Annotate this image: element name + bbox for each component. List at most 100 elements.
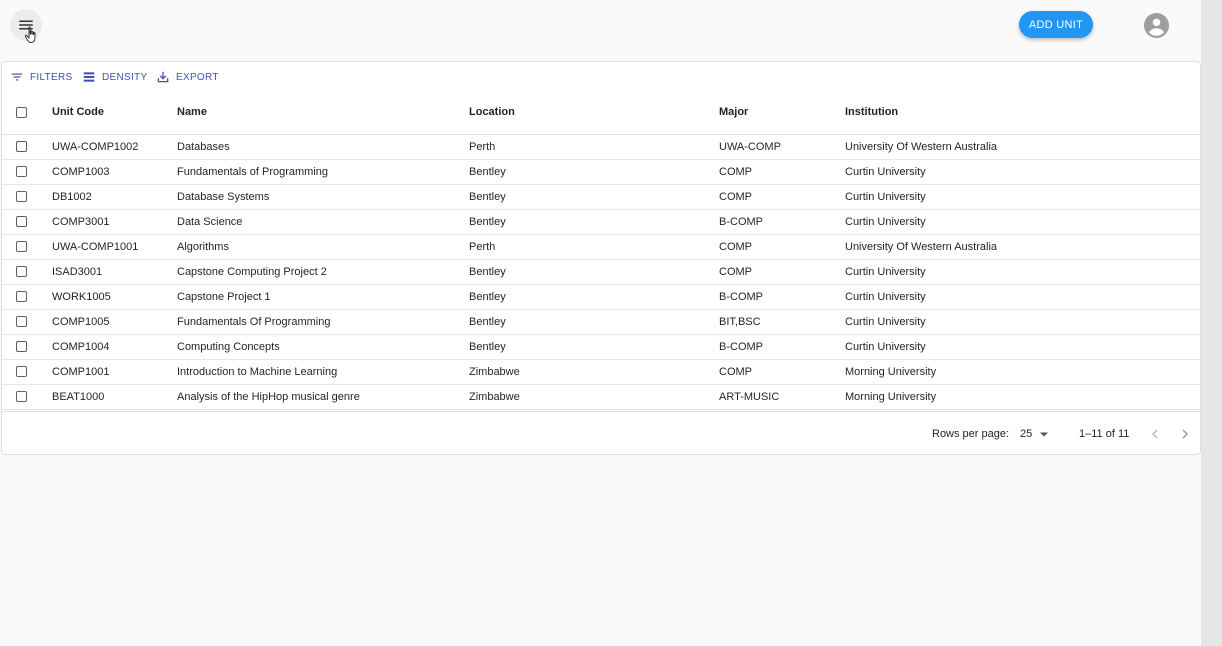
major-cell: B-COMP xyxy=(719,291,763,303)
major-cell: COMP xyxy=(719,241,752,253)
institution-cell: University Of Western Australia xyxy=(845,241,998,253)
unit-code-cell: WORK1005 xyxy=(52,291,111,303)
table-row[interactable]: BEAT1000 Analysis of the HipHop musical … xyxy=(2,385,1200,410)
column-header-name[interactable]: Name xyxy=(177,106,207,118)
institution-cell: Curtin University xyxy=(845,291,926,303)
institution-cell: Morning University xyxy=(845,391,937,403)
table-row[interactable]: ISAD3001 Capstone Computing Project 2 Be… xyxy=(2,260,1200,285)
rows-per-page-label: Rows per page: xyxy=(932,428,1010,440)
row-checkbox[interactable] xyxy=(16,316,27,327)
grid-toolbar: FILTERS DENSITY EXPORT xyxy=(2,62,1200,92)
dropdown-arrow-icon xyxy=(1040,432,1049,436)
unit-code-cell: BEAT1000 xyxy=(52,391,105,403)
unit-code-cell: COMP1004 xyxy=(52,341,110,353)
institution-cell: Curtin University xyxy=(845,191,926,203)
name-cell: Fundamentals of Programming xyxy=(177,166,329,178)
table-row[interactable]: COMP1001 Introduction to Machine Learnin… xyxy=(2,360,1200,385)
next-page-button[interactable] xyxy=(1176,425,1194,443)
menu-button[interactable] xyxy=(10,9,42,41)
location-cell: Bentley xyxy=(469,341,506,353)
rows-per-page-value: 25 xyxy=(1020,428,1033,440)
menu-icon xyxy=(19,20,33,30)
unit-code-cell: COMP3001 xyxy=(52,216,110,228)
unit-code-cell: UWA-COMP1002 xyxy=(52,141,139,153)
table-row[interactable]: COMP1005 Fundamentals Of Programming Ben… xyxy=(2,310,1200,335)
name-cell: Analysis of the HipHop musical genre xyxy=(177,391,360,403)
app-page: ADD UNIT FILTERS DENSITY EXPORT Unit Cod… xyxy=(0,0,1201,646)
major-cell: B-COMP xyxy=(719,216,763,228)
name-cell: Fundamentals Of Programming xyxy=(177,316,331,328)
chevron-left-icon xyxy=(1151,429,1158,439)
density-button[interactable]: DENSITY xyxy=(82,69,147,85)
table-row[interactable]: COMP1004 Computing Concepts Bentley B-CO… xyxy=(2,335,1200,360)
table-body: UWA-COMP1002 Databases Perth UWA-COMP Un… xyxy=(2,135,1200,410)
filters-button[interactable]: FILTERS xyxy=(10,69,72,85)
institution-cell: Morning University xyxy=(845,366,937,378)
unit-code-cell: UWA-COMP1001 xyxy=(52,241,139,253)
row-checkbox[interactable] xyxy=(16,266,27,277)
location-cell: Bentley xyxy=(469,266,506,278)
chevron-right-icon xyxy=(1182,429,1189,439)
table-row[interactable]: UWA-COMP1001 Algorithms Perth COMP Unive… xyxy=(2,235,1200,260)
row-checkbox[interactable] xyxy=(16,191,27,202)
unit-code-cell: DB1002 xyxy=(52,191,92,203)
rows-per-page-select[interactable]: 25 xyxy=(1020,428,1049,440)
table-row[interactable]: UWA-COMP1002 Databases Perth UWA-COMP Un… xyxy=(2,135,1200,160)
location-cell: Zimbabwe xyxy=(469,366,520,378)
row-checkbox[interactable] xyxy=(16,216,27,227)
filters-label: FILTERS xyxy=(30,71,73,83)
table-row[interactable]: COMP1003 Fundamentals of Programming Ben… xyxy=(2,160,1200,185)
location-cell: Bentley xyxy=(469,316,506,328)
location-cell: Perth xyxy=(469,241,496,253)
export-label: EXPORT xyxy=(176,71,219,83)
column-header-institution[interactable]: Institution xyxy=(845,106,898,118)
row-checkbox[interactable] xyxy=(16,291,27,302)
name-cell: Databases xyxy=(177,141,230,153)
pagination-range: 1–11 of 11 xyxy=(1079,428,1130,440)
location-cell: Zimbabwe xyxy=(469,391,520,403)
unit-code-cell: COMP1005 xyxy=(52,316,110,328)
row-checkbox[interactable] xyxy=(16,141,27,152)
institution-cell: Curtin University xyxy=(845,341,926,353)
row-checkbox[interactable] xyxy=(16,166,27,177)
account-circle-icon xyxy=(1144,13,1169,38)
select-all-checkbox[interactable] xyxy=(16,107,27,118)
unit-code-cell: ISAD3001 xyxy=(52,266,103,278)
export-icon xyxy=(157,71,169,83)
major-cell: COMP xyxy=(719,366,752,378)
location-cell: Bentley xyxy=(469,291,506,303)
name-cell: Algorithms xyxy=(177,241,229,253)
column-header-unit-code[interactable]: Unit Code xyxy=(52,106,104,118)
row-checkbox[interactable] xyxy=(16,391,27,402)
major-cell: COMP xyxy=(719,191,752,203)
major-cell: COMP xyxy=(719,166,752,178)
major-cell: UWA-COMP xyxy=(719,141,781,153)
table-header-row: Unit Code Name Location Major Institutio… xyxy=(2,92,1200,135)
density-icon xyxy=(83,72,95,82)
window-edge xyxy=(1201,0,1222,646)
location-cell: Bentley xyxy=(469,191,506,203)
add-unit-button[interactable]: ADD UNIT xyxy=(1019,11,1093,38)
table-row[interactable]: COMP3001 Data Science Bentley B-COMP Cur… xyxy=(2,210,1200,235)
column-header-location[interactable]: Location xyxy=(469,106,515,118)
table-row[interactable]: DB1002 Database Systems Bentley COMP Cur… xyxy=(2,185,1200,210)
filter-icon xyxy=(11,73,23,81)
row-checkbox[interactable] xyxy=(16,366,27,377)
export-button[interactable]: EXPORT xyxy=(156,69,219,85)
location-cell: Bentley xyxy=(469,216,506,228)
name-cell: Introduction to Machine Learning xyxy=(177,366,338,378)
table-row[interactable]: WORK1005 Capstone Project 1 Bentley B-CO… xyxy=(2,285,1200,310)
column-header-major[interactable]: Major xyxy=(719,106,748,118)
institution-cell: University Of Western Australia xyxy=(845,141,998,153)
institution-cell: Curtin University xyxy=(845,166,926,178)
previous-page-button[interactable] xyxy=(1146,425,1164,443)
name-cell: Computing Concepts xyxy=(177,341,280,353)
major-cell: ART-MUSIC xyxy=(719,391,780,403)
major-cell: BIT,BSC xyxy=(719,316,761,328)
row-checkbox[interactable] xyxy=(16,341,27,352)
account-button[interactable] xyxy=(1144,13,1169,38)
row-checkbox[interactable] xyxy=(16,241,27,252)
institution-cell: Curtin University xyxy=(845,216,926,228)
density-label: DENSITY xyxy=(102,71,148,83)
institution-cell: Curtin University xyxy=(845,266,926,278)
